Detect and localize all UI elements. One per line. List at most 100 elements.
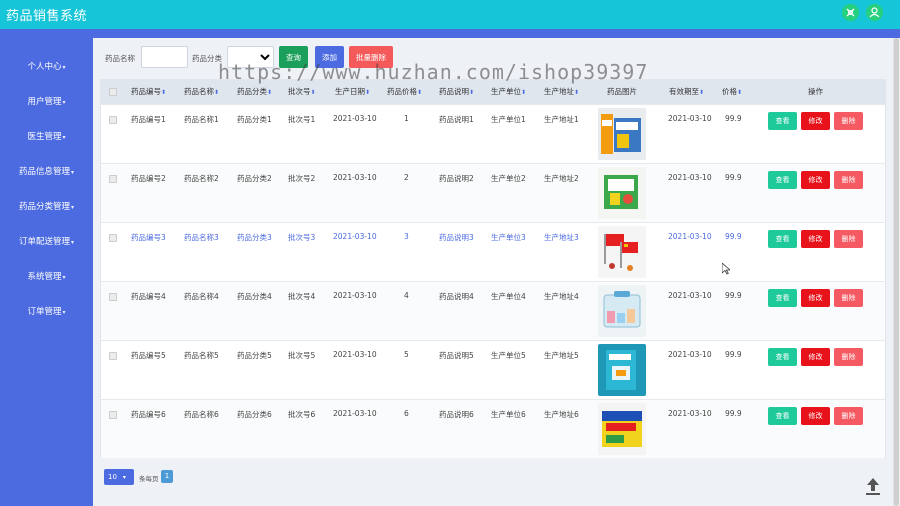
cell-description: 药品说明6 bbox=[439, 410, 474, 419]
column-header-price[interactable]: 价格⬍ bbox=[722, 80, 742, 104]
chevron-down-icon: ▾ bbox=[62, 274, 66, 281]
sort-icon[interactable]: ⬍ bbox=[469, 89, 474, 96]
delete-button[interactable]: 删除 bbox=[834, 230, 863, 248]
user-icon[interactable] bbox=[866, 4, 883, 21]
column-header-label: 批次号 bbox=[288, 87, 311, 96]
row-checkbox[interactable] bbox=[109, 175, 117, 183]
column-header-label: 生产日期 bbox=[335, 87, 365, 96]
cell-batch: 批次号3 bbox=[288, 233, 316, 242]
search-button[interactable]: 查询 bbox=[279, 46, 308, 68]
sort-icon[interactable]: ⬍ bbox=[737, 89, 742, 96]
drug-name-input[interactable] bbox=[141, 46, 188, 68]
cell-description: 药品说明4 bbox=[439, 292, 474, 301]
batch-delete-button[interactable]: 批量删除 bbox=[349, 46, 393, 68]
row-checkbox[interactable] bbox=[109, 352, 117, 360]
page-number-current[interactable]: 1 bbox=[161, 470, 173, 483]
cell-code: 药品编号5 bbox=[131, 351, 166, 360]
edit-button[interactable]: 修改 bbox=[801, 171, 830, 189]
sort-icon[interactable]: ⬍ bbox=[267, 89, 272, 96]
column-header-address[interactable]: 生产地址⬍ bbox=[544, 80, 579, 104]
column-header-unit[interactable]: 生产单位⬍ bbox=[491, 80, 526, 104]
column-header-drug-price[interactable]: 药品价格⬍ bbox=[387, 80, 422, 104]
page-size-select[interactable]: 10 ▾ bbox=[104, 469, 134, 485]
drug-image[interactable] bbox=[598, 285, 646, 337]
sort-icon[interactable]: ⬍ bbox=[574, 89, 579, 96]
cell-batch: 批次号2 bbox=[288, 174, 316, 183]
sort-icon[interactable]: ⬍ bbox=[417, 89, 422, 96]
sort-icon[interactable]: ⬍ bbox=[365, 89, 370, 96]
view-button[interactable]: 查看 bbox=[768, 348, 797, 366]
add-button[interactable]: 添加 bbox=[315, 46, 344, 68]
row-checkbox[interactable] bbox=[109, 116, 117, 124]
sidebar-item-profile[interactable]: 个人中心▾ bbox=[0, 58, 93, 76]
sidebar-item-users[interactable]: 用户管理▾ bbox=[0, 93, 93, 111]
sort-icon[interactable]: ⬍ bbox=[214, 89, 219, 96]
sidebar-item-system[interactable]: 系统管理▾ bbox=[0, 268, 93, 286]
cell-drug-price: 3 bbox=[404, 232, 409, 241]
cell-address: 生产地址4 bbox=[544, 292, 579, 301]
view-button[interactable]: 查看 bbox=[768, 171, 797, 189]
row-checkbox[interactable] bbox=[109, 293, 117, 301]
sidebar-item-orders[interactable]: 订单管理▾ bbox=[0, 303, 93, 321]
sidebar-item-order-delivery[interactable]: 订单配送管理▾ bbox=[0, 233, 93, 251]
cell-address: 生产地址2 bbox=[544, 174, 579, 183]
view-button[interactable]: 查看 bbox=[768, 289, 797, 307]
select-all-checkbox[interactable] bbox=[109, 88, 117, 96]
scrollbar-thumb[interactable] bbox=[894, 38, 899, 506]
sidebar-item-drug-category[interactable]: 药品分类管理▾ bbox=[0, 198, 93, 216]
cell-code: 药品编号6 bbox=[131, 410, 166, 419]
delete-button[interactable]: 删除 bbox=[834, 407, 863, 425]
cell-production-date: 2021-03-10 bbox=[333, 291, 377, 300]
cell-batch: 批次号6 bbox=[288, 410, 316, 419]
column-header-production-date[interactable]: 生产日期⬍ bbox=[335, 80, 370, 104]
drug-category-select[interactable] bbox=[227, 46, 274, 68]
column-header-name[interactable]: 药品名称⬍ bbox=[184, 80, 219, 104]
delete-button[interactable]: 删除 bbox=[834, 348, 863, 366]
edit-button[interactable]: 修改 bbox=[801, 289, 830, 307]
column-header-code[interactable]: 药品编号⬍ bbox=[131, 80, 166, 104]
edit-button[interactable]: 修改 bbox=[801, 112, 830, 130]
cell-category: 药品分类6 bbox=[237, 410, 272, 419]
column-header-label: 价格 bbox=[722, 87, 737, 96]
sort-icon[interactable]: ⬍ bbox=[311, 89, 316, 96]
drug-name-label: 药品名称 bbox=[105, 54, 135, 63]
drug-image[interactable] bbox=[598, 167, 646, 219]
column-header-label: 生产单位 bbox=[491, 87, 521, 96]
edit-button[interactable]: 修改 bbox=[801, 348, 830, 366]
sidebar-item-drug-info[interactable]: 药品信息管理▾ bbox=[0, 163, 93, 181]
expand-icon[interactable] bbox=[842, 4, 859, 21]
column-header-expiry[interactable]: 有效期至⬍ bbox=[669, 80, 704, 104]
column-header-description[interactable]: 药品说明⬍ bbox=[439, 80, 474, 104]
sort-icon[interactable]: ⬍ bbox=[699, 89, 704, 96]
delete-button[interactable]: 删除 bbox=[834, 171, 863, 189]
edit-button[interactable]: 修改 bbox=[801, 230, 830, 248]
drug-image[interactable] bbox=[598, 344, 646, 396]
sort-icon[interactable]: ⬍ bbox=[521, 89, 526, 96]
delete-button[interactable]: 删除 bbox=[834, 289, 863, 307]
cell-description: 药品说明3 bbox=[439, 233, 474, 242]
row-checkbox[interactable] bbox=[109, 234, 117, 242]
sidebar-item-label: 用户管理 bbox=[27, 97, 62, 107]
drug-image[interactable] bbox=[598, 403, 646, 455]
sidebar-item-label: 医生管理 bbox=[27, 132, 62, 142]
delete-button[interactable]: 删除 bbox=[834, 112, 863, 130]
back-to-top-icon[interactable] bbox=[864, 476, 882, 496]
cell-expiry: 2021-03-10 bbox=[668, 232, 712, 241]
row-checkbox[interactable] bbox=[109, 411, 117, 419]
view-button[interactable]: 查看 bbox=[768, 112, 797, 130]
sidebar-item-doctors[interactable]: 医生管理▾ bbox=[0, 128, 93, 146]
drug-image[interactable] bbox=[598, 108, 646, 160]
cell-category: 药品分类5 bbox=[237, 351, 272, 360]
view-button[interactable]: 查看 bbox=[768, 407, 797, 425]
column-header-label: 药品名称 bbox=[184, 87, 214, 96]
column-header-batch[interactable]: 批次号⬍ bbox=[288, 80, 316, 104]
cell-unit: 生产单位4 bbox=[491, 292, 526, 301]
cell-code: 药品编号4 bbox=[131, 292, 166, 301]
column-header-category[interactable]: 药品分类⬍ bbox=[237, 80, 272, 104]
sort-icon[interactable]: ⬍ bbox=[161, 89, 166, 96]
drug-image[interactable] bbox=[598, 226, 646, 278]
cell-expiry: 2021-03-10 bbox=[668, 173, 712, 182]
edit-button[interactable]: 修改 bbox=[801, 407, 830, 425]
cell-expiry: 2021-03-10 bbox=[668, 350, 712, 359]
view-button[interactable]: 查看 bbox=[768, 230, 797, 248]
